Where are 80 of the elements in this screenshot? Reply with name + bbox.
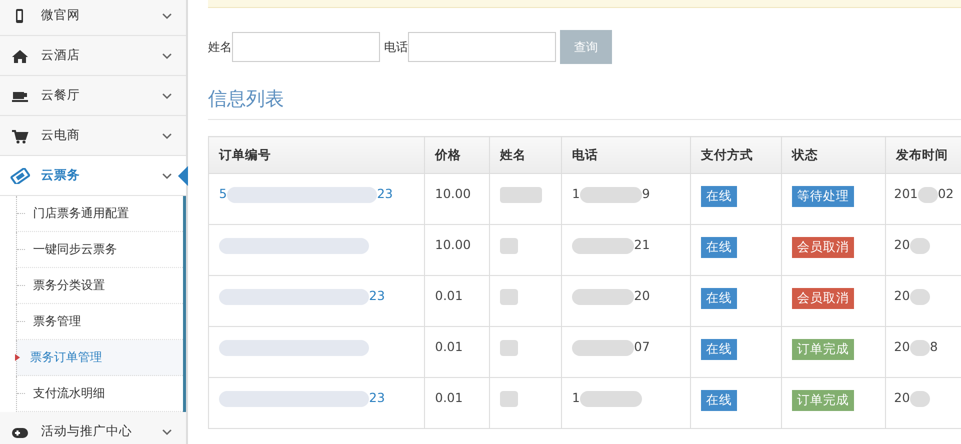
blurred-block (572, 288, 634, 305)
blurred-block (500, 186, 542, 203)
cell-text: 20 (894, 390, 910, 405)
sidebar-item[interactable]: 活动与推广中心 (0, 412, 186, 444)
sidebar-item[interactable]: 微官网 (0, 0, 186, 36)
cell-text: 07 (634, 339, 650, 354)
cell-text: 10.00 (435, 237, 471, 252)
blurred-block (910, 238, 930, 254)
cell-text: 21 (634, 237, 650, 252)
submenu-item[interactable]: 门店票务通用配置 (16, 196, 183, 232)
cell-text: 20 (894, 339, 910, 354)
sidebar-item[interactable]: 云餐厅 (0, 76, 186, 116)
home-icon (10, 48, 30, 64)
blurred-block (910, 390, 930, 407)
column-header: 价格 (424, 136, 490, 174)
sidebar-item[interactable]: 云票务 (0, 156, 186, 196)
payment-label: 在线 (701, 288, 737, 309)
blurred-block (572, 340, 634, 356)
section-title: 信息列表 (208, 86, 961, 120)
column-header: 电话 (562, 136, 690, 174)
column-header: 发布时间 (886, 136, 961, 174)
cell-text: 10.00 (435, 186, 471, 201)
chevron-icon (162, 12, 172, 20)
chevron-icon (162, 52, 172, 60)
field-label: 姓名 (208, 38, 232, 56)
cell-text: 02 (938, 186, 954, 201)
column-header: 支付方式 (690, 136, 782, 174)
blurred-block (500, 238, 518, 254)
payment-label: 在线 (701, 339, 737, 360)
chevron-icon (162, 172, 172, 180)
status-label: 订单完成 (792, 339, 854, 360)
ticket-icon (10, 168, 30, 184)
status-label: 订单完成 (792, 390, 854, 411)
cell-text: 1 (572, 186, 580, 201)
cell-text: 20 (894, 288, 910, 303)
status-label: 等待处理 (792, 186, 854, 207)
cell-text: 20 (894, 237, 910, 252)
cell-text: 5 (219, 186, 227, 201)
blurred-block (910, 288, 930, 305)
chevron-icon (162, 92, 172, 100)
cell-text: 9 (642, 186, 650, 201)
field-label: 电话 (384, 38, 408, 56)
submenu-item[interactable]: 票务订单管理 (16, 340, 183, 376)
payment-label: 在线 (701, 237, 737, 258)
cell-text: 23 (369, 390, 385, 405)
payment-label: 在线 (701, 186, 737, 207)
column-header: 订单编号 (208, 136, 424, 174)
caret-icon (15, 354, 20, 361)
input-field[interactable] (232, 32, 380, 62)
blurred-block (572, 238, 634, 254)
payment-label: 在线 (701, 390, 737, 411)
cell-text: 8 (930, 339, 938, 354)
cart-icon (10, 128, 30, 144)
column-header: 状态 (782, 136, 886, 174)
blurred-block (500, 288, 518, 305)
cell-text: 201 (894, 186, 918, 201)
cell-text: 0.01 (435, 390, 463, 405)
blurred-block (580, 390, 642, 407)
sidebar-item[interactable]: 云电商 (0, 116, 186, 156)
blurred-block (918, 186, 938, 203)
cell-text: 0.01 (435, 288, 463, 303)
cell-text: 20 (634, 288, 650, 303)
chevron-icon (162, 132, 172, 140)
sidebar-item[interactable]: 云酒店 (0, 36, 186, 76)
column-header: 姓名 (490, 136, 562, 174)
cell-text: 23 (376, 186, 393, 201)
status-label: 会员取消 (792, 288, 854, 309)
cell-text: 0.01 (435, 339, 463, 354)
cell-text: 23 (369, 288, 385, 303)
blurred-block (500, 390, 518, 407)
submenu-item[interactable]: 票务分类设置 (16, 268, 183, 304)
blurred-block (500, 340, 518, 356)
active-pointer-icon (178, 166, 188, 186)
status-label: 会员取消 (792, 237, 854, 258)
blurred-block (910, 340, 930, 356)
cell-text: 1 (572, 390, 580, 405)
blurred-block (580, 186, 642, 203)
input-field[interactable] (408, 32, 556, 62)
submenu-item[interactable]: 一键同步云票务 (16, 232, 183, 268)
chevron-icon (162, 428, 172, 436)
